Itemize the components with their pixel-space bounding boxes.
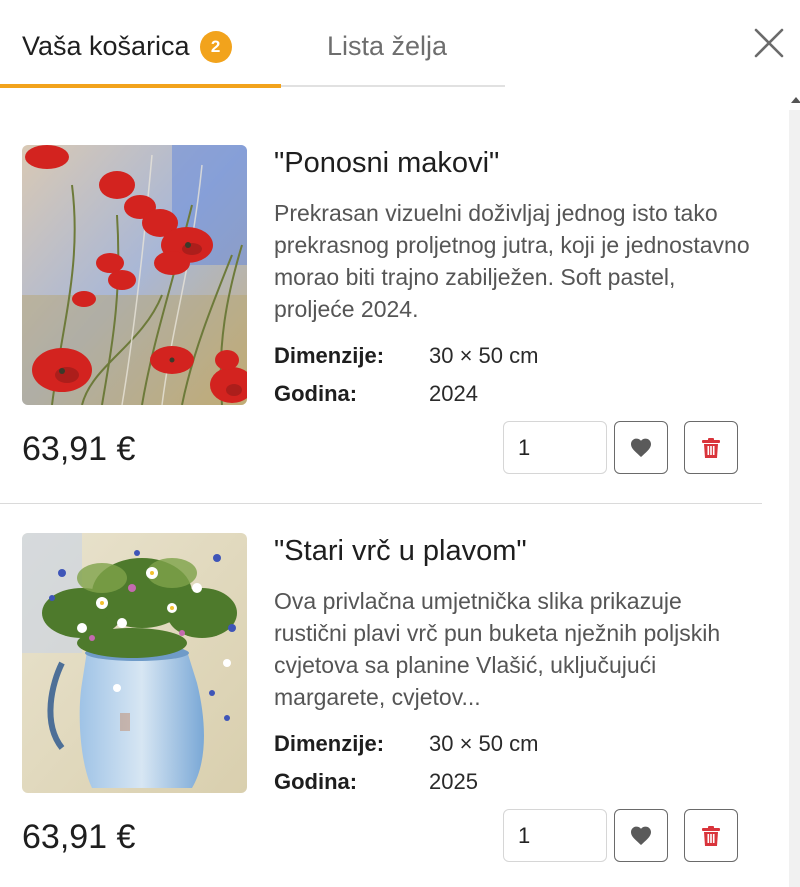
artwork-thumbnail[interactable]	[22, 533, 247, 793]
year-label: Godina:	[274, 381, 358, 406]
year-label: Godina:	[274, 769, 358, 794]
item-divider	[0, 503, 762, 504]
item-description: Ova privlačna umjetnička slika prikazuje…	[274, 588, 721, 710]
artwork-thumbnail[interactable]	[22, 145, 247, 405]
cart-count-badge: 2	[199, 31, 232, 63]
item-title[interactable]: "Stari vrč u plavom"	[274, 533, 527, 569]
tab-wishlist-label: Lista želja	[327, 31, 448, 61]
item-description: Prekrasan vizuelni doživljaj jednog isto…	[274, 200, 750, 322]
add-to-wishlist-button[interactable]	[614, 421, 668, 474]
dimensions-value: 30 × 50 cm	[429, 731, 539, 756]
close-icon	[754, 28, 784, 58]
scroll-up-arrow[interactable]	[791, 97, 800, 103]
trash-icon	[702, 825, 720, 846]
trash-icon	[702, 437, 720, 458]
remove-item-button[interactable]	[684, 809, 738, 862]
tab-cart-label: Vaša košarica	[22, 31, 190, 61]
item-price: 63,91 €	[22, 430, 136, 468]
item-price: 63,91 €	[22, 818, 136, 856]
close-button[interactable]	[750, 24, 788, 62]
quantity-input[interactable]	[503, 421, 607, 474]
quantity-input[interactable]	[503, 809, 607, 862]
heart-icon	[631, 438, 651, 457]
blue-jug-painting	[22, 533, 247, 793]
poppies-painting	[22, 145, 247, 405]
scrollbar[interactable]	[789, 110, 800, 887]
add-to-wishlist-button[interactable]	[614, 809, 668, 862]
year-value: 2024	[429, 381, 478, 406]
dimensions-value: 30 × 50 cm	[429, 343, 539, 368]
tab-cart[interactable]: Vaša košarica 2	[22, 28, 232, 64]
year-value: 2025	[429, 769, 478, 794]
remove-item-button[interactable]	[684, 421, 738, 474]
dimensions-label: Dimenzije:	[274, 343, 385, 368]
item-title[interactable]: "Ponosni makovi"	[274, 145, 499, 181]
heart-icon	[631, 826, 651, 845]
dimensions-label: Dimenzije:	[274, 731, 385, 756]
tab-wishlist[interactable]: Lista želja	[327, 28, 447, 64]
cart-tabs: Vaša košarica 2 Lista želja	[0, 0, 800, 88]
active-tab-indicator	[0, 84, 281, 88]
